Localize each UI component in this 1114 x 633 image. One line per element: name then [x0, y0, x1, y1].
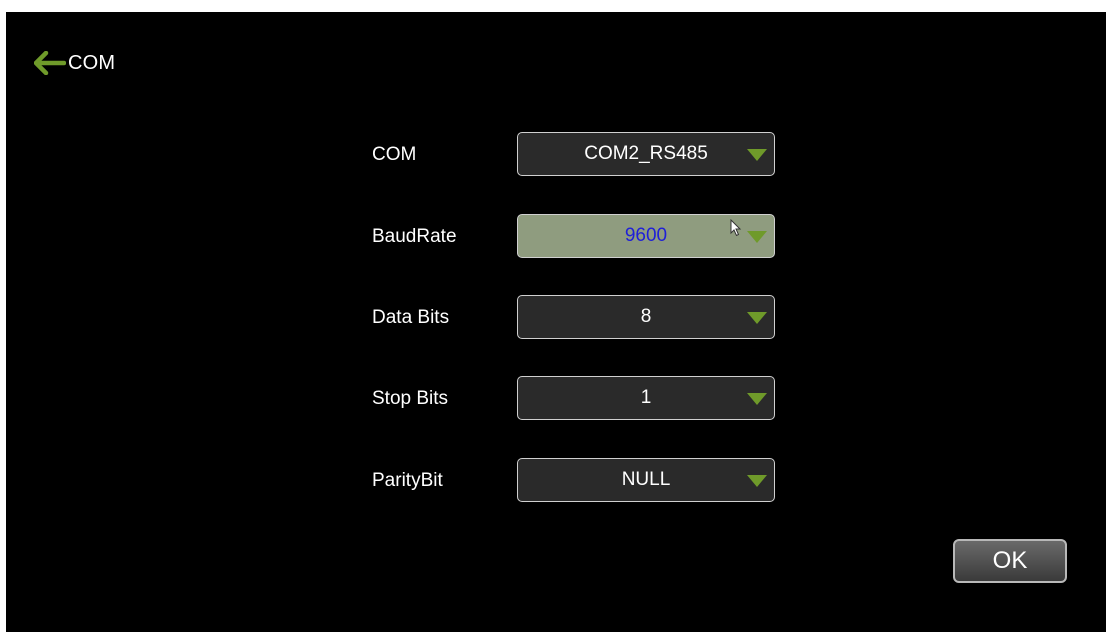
com-settings-screen: COM COM COM2_RS485 BaudRate 9600 Data Bi… [6, 12, 1106, 632]
baudrate-label: BaudRate [372, 226, 457, 247]
data-bits-row: Data Bits 8 [372, 295, 792, 341]
baudrate-row: BaudRate 9600 [372, 214, 792, 260]
parity-bit-row: ParityBit NULL [372, 458, 792, 504]
parity-bit-label: ParityBit [372, 470, 443, 491]
dropdown-arrow-icon [747, 231, 767, 243]
mouse-pointer-icon [730, 218, 742, 242]
data-bits-select[interactable]: 8 [517, 295, 775, 339]
com-select[interactable]: COM2_RS485 [517, 132, 775, 176]
parity-bit-value: NULL [621, 469, 671, 490]
parity-bit-select[interactable]: NULL [517, 458, 775, 502]
stop-bits-label: Stop Bits [372, 388, 449, 409]
page-title: COM [68, 51, 116, 74]
com-row: COM COM2_RS485 [372, 132, 792, 178]
baudrate-select[interactable]: 9600 [517, 214, 775, 258]
data-bits-value: 8 [640, 306, 652, 327]
stop-bits-select[interactable]: 1 [517, 376, 775, 420]
com-value: COM2_RS485 [584, 143, 708, 164]
dropdown-arrow-icon [747, 312, 767, 324]
dropdown-arrow-icon [747, 393, 767, 405]
back-button[interactable]: COM [34, 50, 115, 76]
ok-button[interactable]: OK [953, 539, 1067, 583]
stop-bits-value: 1 [640, 387, 652, 408]
dropdown-arrow-icon [747, 149, 767, 161]
arrow-left-icon [34, 51, 66, 75]
dropdown-arrow-icon [747, 475, 767, 487]
stop-bits-row: Stop Bits 1 [372, 376, 792, 422]
com-label: COM [372, 144, 417, 165]
data-bits-label: Data Bits [372, 307, 450, 328]
